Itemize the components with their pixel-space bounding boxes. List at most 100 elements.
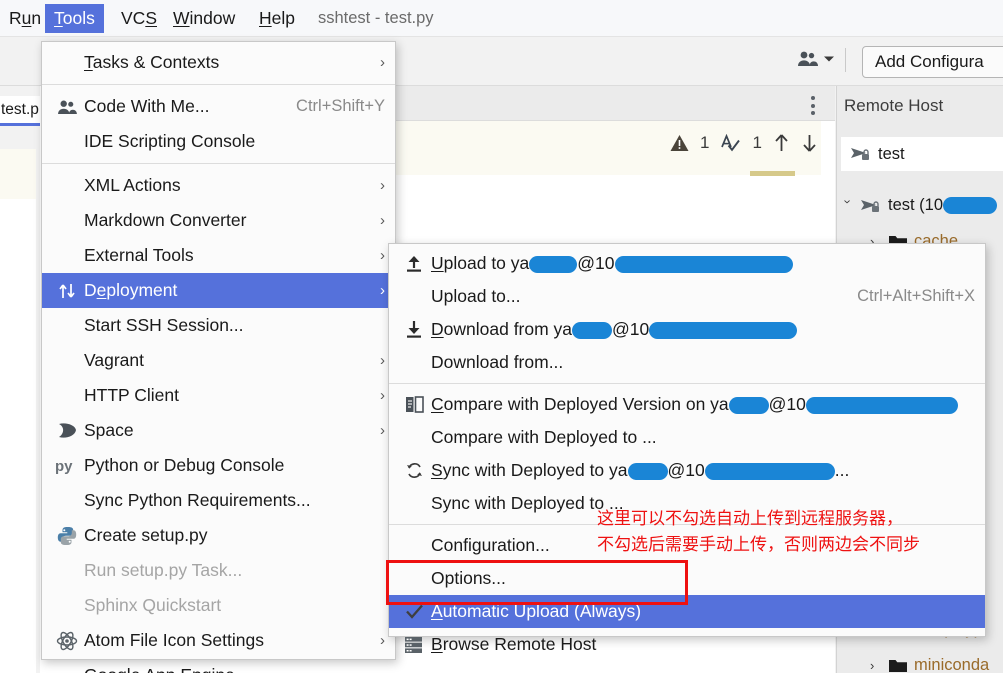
tools-menu-item-sync-python-requirements[interactable]: Sync Python Requirements... [42, 483, 395, 518]
menubar-item-vcs[interactable]: VCS [112, 4, 166, 33]
spellcheck-icon[interactable] [720, 134, 741, 152]
editor-tab-test-py[interactable]: test.p [0, 96, 40, 126]
deployment-item-label: Compare with Deployed to ... [431, 427, 657, 447]
python-icon [50, 526, 84, 546]
menubar-item-label: Run [9, 8, 42, 28]
deployment-item-label: Compare with Deployed Version on ya @10 [431, 394, 975, 415]
compare-icon [397, 395, 431, 414]
annotation-text: 这里可以不勾选自动上传到远程服务器， 不勾选后需要手动上传，否则两边会不同步 [597, 506, 997, 559]
chevron-down-icon[interactable]: › [841, 200, 856, 212]
menubar-item-label: Window [173, 8, 236, 28]
space-icon [50, 421, 84, 440]
tools-menu-item-space[interactable]: Space › [42, 413, 395, 448]
tools-menu-item-code-with-me[interactable]: Code With Me... Ctrl+Shift+Y [42, 89, 395, 124]
py-icon: py [50, 457, 84, 475]
tools-menu-item-label: Start SSH Session... [84, 315, 244, 335]
editor-marker [750, 171, 795, 176]
tools-menu-item-label: HTTP Client [84, 385, 179, 405]
remote-host-panel-title: Remote Host [844, 96, 944, 115]
arrow-up-icon[interactable] [773, 133, 790, 153]
redaction-mark [704, 462, 835, 480]
tools-dropdown-menu: Tasks & Contexts › Code With Me... Ctrl+Shi… [41, 41, 396, 673]
more-vertical-icon[interactable] [810, 96, 815, 115]
deployment-item-options[interactable]: Options... [389, 562, 985, 595]
remote-host-icon [850, 145, 872, 163]
tools-menu-item-ide-scripting-console[interactable]: IDE Scripting Console [42, 124, 395, 159]
tools-menu-item-label: Create setup.py [84, 525, 208, 545]
menubar-item-tools[interactable]: Tools [45, 4, 104, 33]
tools-menu-item-deployment[interactable]: Deployment › [42, 273, 395, 308]
people-icon [797, 50, 818, 67]
menubar-item-help[interactable]: Help [250, 4, 304, 33]
add-configuration-button[interactable]: Add Configura [862, 46, 1003, 78]
tools-menu-item-label: IDE Scripting Console [84, 131, 256, 151]
redaction-mark [649, 321, 798, 339]
arrow-down-icon[interactable] [801, 133, 818, 153]
deployment-item-compare-with-deployed-version-on-ya[interactable]: Compare with Deployed Version on ya @10 [389, 388, 985, 421]
inspection-widget: 1 1 [670, 133, 818, 153]
tools-menu-item-vagrant[interactable]: Vagrant › [42, 343, 395, 378]
redaction-mark [627, 462, 668, 480]
redaction-mark [614, 255, 793, 273]
editor-text-area[interactable] [0, 199, 40, 673]
remote-host-server-select[interactable]: test [841, 137, 1003, 171]
editor-header-strip [396, 86, 835, 121]
chevron-down-icon [823, 55, 835, 63]
chevron-right-icon: › [380, 247, 385, 264]
deployment-item-browse-remote-host[interactable]: Browse Remote Host [389, 628, 985, 661]
tools-menu-item-label: Sphinx Quickstart [84, 595, 222, 615]
deployment-item-download-from[interactable]: Download from... [389, 346, 985, 379]
annotation-line-2: 不勾选后需要手动上传，否则两边会不同步 [597, 535, 920, 556]
tools-menu-item-google-app-engine[interactable]: Google App Engine› [42, 658, 395, 673]
menubar-item-window[interactable]: Window [164, 4, 244, 33]
tools-menu-item-label: Code With Me... [84, 96, 210, 116]
chevron-right-icon: › [380, 282, 385, 299]
code-with-me-toolbar-button[interactable] [797, 50, 835, 67]
ide-window: Run Tools VCS Window Help sshtest - test.py … [0, 0, 1003, 673]
check-icon [397, 603, 431, 620]
tools-menu-item-tasks-contexts[interactable]: Tasks & Contexts › [42, 45, 395, 80]
tools-menu-item-label: Atom File Icon Settings [84, 630, 264, 650]
redaction-mark [805, 396, 958, 414]
tools-menu-item-external-tools[interactable]: External Tools › [42, 238, 395, 273]
remote-tree-node-test-10[interactable]: › test (10 [841, 196, 998, 215]
tools-menu-item-atom-file-icon-settings[interactable]: Atom File Icon Settings › [42, 623, 395, 658]
chevron-right-icon: › [370, 667, 385, 673]
tools-menu-item-shortcut: Ctrl+Shift+Y [296, 97, 385, 115]
tools-menu-item-markdown-converter[interactable]: Markdown Converter › [42, 203, 395, 238]
window-title: sshtest - test.py [318, 9, 434, 27]
deployment-item-upload-to-ya[interactable]: Upload to ya @10 [389, 247, 985, 280]
remote-tree-node-label: test (10 [888, 196, 998, 215]
menubar-item-label: Tools [54, 8, 95, 28]
chevron-right-icon: › [380, 352, 385, 369]
deployment-item-compare-with-deployed-to[interactable]: Compare with Deployed to ... [389, 421, 985, 454]
svg-text:py: py [55, 458, 73, 475]
atom-icon [50, 631, 84, 651]
warning-triangle-icon[interactable] [670, 134, 689, 152]
chevron-right-icon: › [380, 54, 385, 71]
editor-tab-label: test.p [1, 100, 39, 118]
tools-menu-item-start-ssh-session[interactable]: Start SSH Session... [42, 308, 395, 343]
deployment-item-label: Upload to ya @10 [431, 253, 975, 274]
deployment-item-label: Download from ya @10 [431, 319, 975, 340]
deployment-item-sync-with-deployed-to-ya[interactable]: Sync with Deployed to ya @10... [389, 454, 985, 487]
deployment-submenu: Upload to ya @10 Upload to... Ctrl+Alt+Shif… [388, 243, 986, 654]
remote-host-icon [860, 197, 882, 215]
tools-menu-item-http-client[interactable]: HTTP Client › [42, 378, 395, 413]
remote-host-server-name: test [878, 144, 905, 163]
menubar-item-run[interactable]: Run [0, 4, 50, 33]
sync-icon [397, 461, 431, 480]
add-configuration-label: Add Configura [875, 52, 984, 71]
tools-menu-item-label: Python or Debug Console [84, 455, 285, 475]
tools-menu-item-create-setup-py[interactable]: Create setup.py [42, 518, 395, 553]
tools-menu-item-label: Deployment [84, 280, 178, 300]
download-icon [397, 320, 431, 339]
tools-menu-item-xml-actions[interactable]: XML Actions › [42, 168, 395, 203]
annotation-line-1: 这里可以不勾选自动上传到远程服务器， [597, 509, 903, 529]
deployment-item-download-from-ya[interactable]: Download from ya @10 [389, 313, 985, 346]
deployment-item-automatic-upload-always[interactable]: Automatic Upload (Always) [389, 595, 985, 628]
tools-menu-item-python-or-debug-console[interactable]: py Python or Debug Console [42, 448, 395, 483]
tools-menu-item-label: Markdown Converter [84, 210, 247, 230]
deployment-item-upload-to[interactable]: Upload to... Ctrl+Alt+Shift+X [389, 280, 985, 313]
redaction-mark [529, 255, 578, 273]
